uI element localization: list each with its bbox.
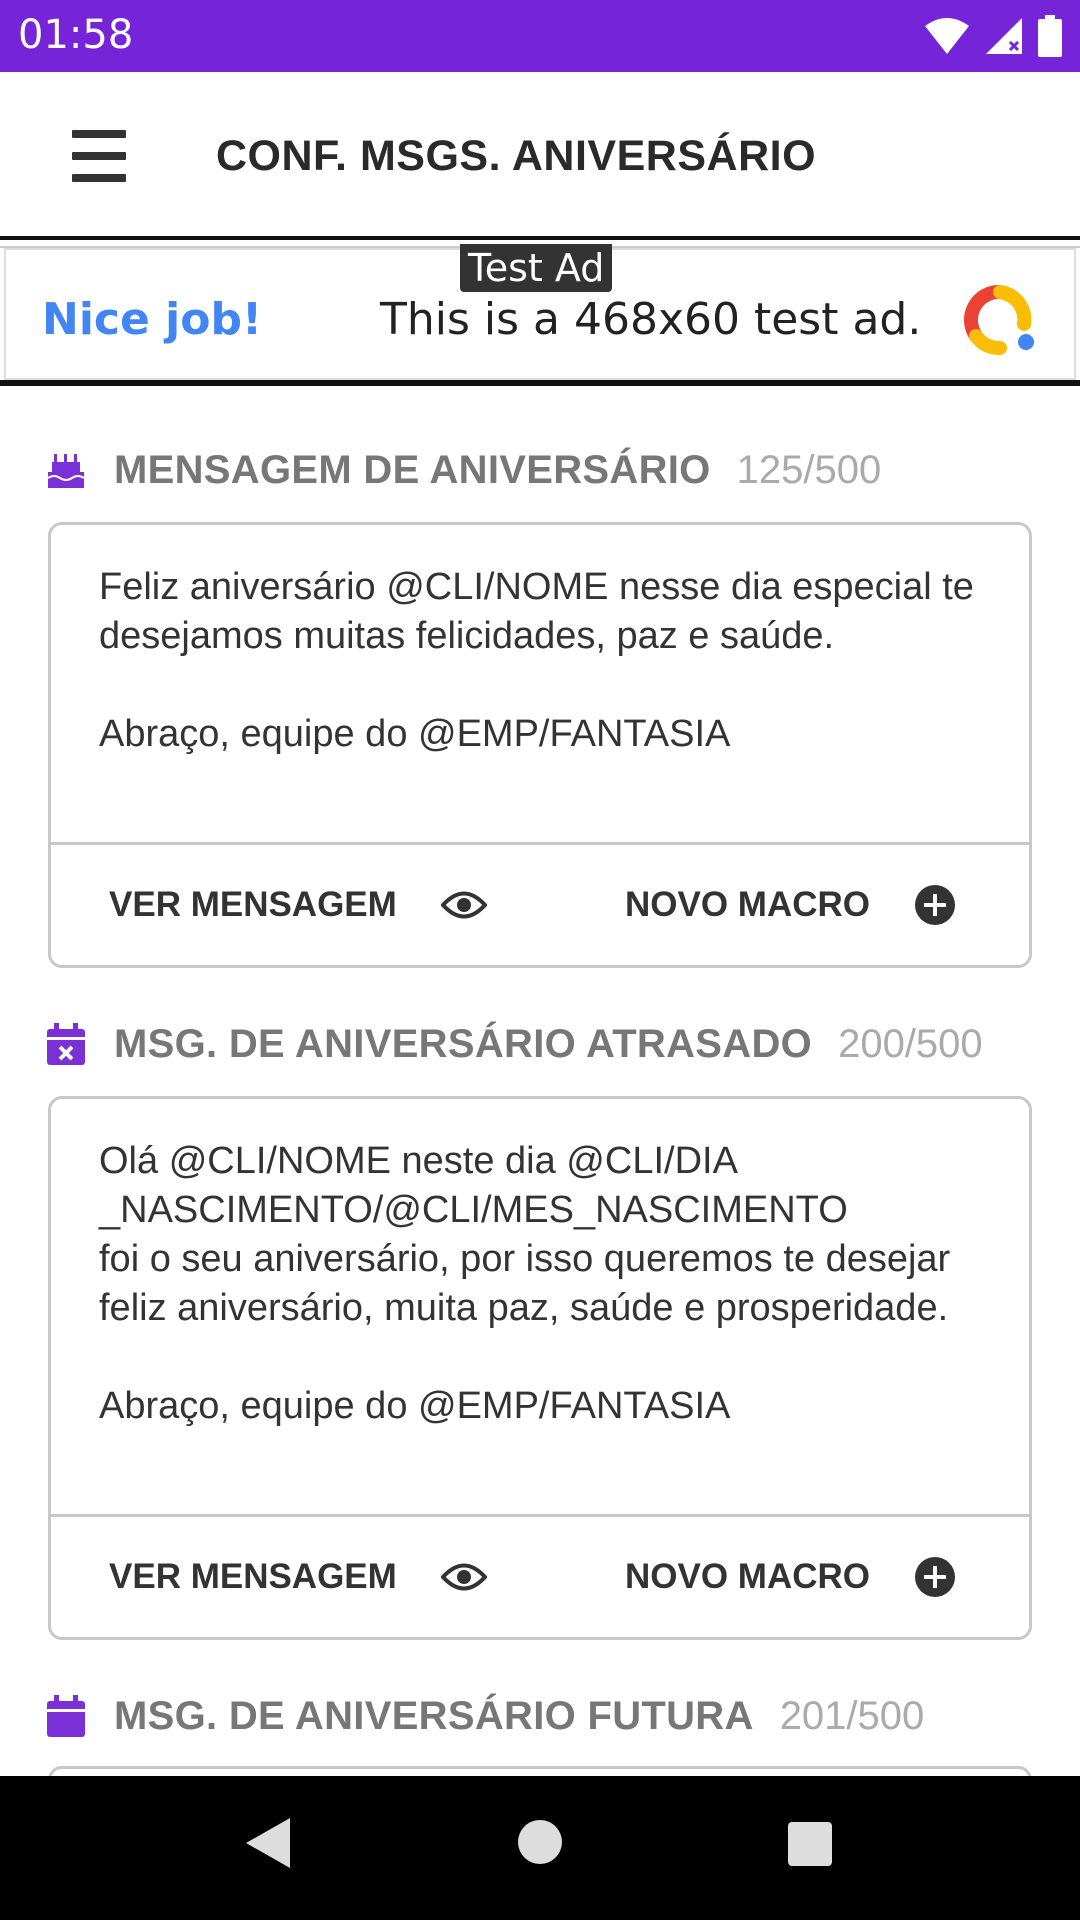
char-count: 201/500 xyxy=(779,1693,925,1738)
view-message-button[interactable]: VER MENSAGEM xyxy=(109,845,487,965)
page-title: CONF. MSGS. ANIVERSÁRIO xyxy=(216,132,817,180)
ad-banner[interactable]: Test Ad Nice job! This is a 468x60 test … xyxy=(0,244,1080,386)
status-bar: 01:58 xyxy=(0,0,1080,72)
message-card: Olá @CLI/NOME neste dia @CLI/DIA _NASCIM… xyxy=(48,1096,1032,1640)
section-title: MENSAGEM DE ANIVERSÁRIO xyxy=(114,447,711,492)
back-icon[interactable] xyxy=(244,1816,292,1870)
view-message-label: VER MENSAGEM xyxy=(109,1557,397,1596)
new-macro-button[interactable]: NOVO MACRO xyxy=(625,845,956,965)
section-title: MSG. DE ANIVERSÁRIO FUTURA xyxy=(114,1693,754,1738)
system-nav-bar xyxy=(0,1776,1080,1920)
app-bar: CONF. MSGS. ANIVERSÁRIO xyxy=(0,72,1080,240)
section-title: MSG. DE ANIVERSÁRIO ATRASADO xyxy=(114,1021,813,1066)
status-icons xyxy=(924,12,1062,60)
view-message-label: VER MENSAGEM xyxy=(109,885,397,924)
battery-icon xyxy=(1038,15,1062,57)
home-icon[interactable] xyxy=(516,1818,564,1866)
cellular-signal-icon xyxy=(986,18,1022,54)
message-card: Feliz aniversário @CLI/NOME nesse dia es… xyxy=(48,522,1032,968)
char-count: 200/500 xyxy=(838,1021,983,1066)
new-macro-button[interactable]: NOVO MACRO xyxy=(625,1517,956,1637)
section-header-birthday: MENSAGEM DE ANIVERSÁRIO 125/500 xyxy=(46,440,881,500)
section-header-future: MSG. DE ANIVERSÁRIO FUTURA 201/500 xyxy=(46,1686,924,1746)
ad-headline: Nice job! xyxy=(42,294,263,345)
section-header-late: MSG. DE ANIVERSÁRIO ATRASADO 200/500 xyxy=(46,1014,983,1074)
status-time: 01:58 xyxy=(18,12,134,58)
add-circle-icon xyxy=(914,884,956,926)
message-textarea[interactable]: Feliz aniversário @CLI/NOME nesse dia es… xyxy=(51,525,1029,845)
add-circle-icon xyxy=(914,1556,956,1598)
content-area[interactable]: MENSAGEM DE ANIVERSÁRIO 125/500 Feliz an… xyxy=(0,390,1080,1776)
menu-icon[interactable] xyxy=(72,130,142,182)
birthday-cake-icon xyxy=(46,448,86,492)
message-textarea[interactable]: Olá @CLI/NOME neste dia @CLI/DIA _NASCIM… xyxy=(51,1099,1029,1517)
ad-label: Test Ad xyxy=(460,244,613,292)
view-message-button[interactable]: VER MENSAGEM xyxy=(109,1517,487,1637)
new-macro-label: NOVO MACRO xyxy=(625,1557,870,1596)
card-actions: VER MENSAGEM NOVO MACRO xyxy=(51,845,1029,965)
card-actions: VER MENSAGEM NOVO MACRO xyxy=(51,1517,1029,1637)
ad-logo-icon xyxy=(964,285,1034,355)
new-macro-label: NOVO MACRO xyxy=(625,885,870,924)
wifi-icon xyxy=(925,18,969,54)
recents-icon[interactable] xyxy=(786,1820,834,1868)
calendar-icon xyxy=(46,1694,86,1738)
eye-icon xyxy=(440,890,487,920)
eye-icon xyxy=(440,1562,487,1592)
char-count: 125/500 xyxy=(736,447,882,492)
calendar-x-icon xyxy=(46,1022,86,1066)
message-card xyxy=(48,1766,1032,1776)
ad-text: This is a 468x60 test ad. xyxy=(380,294,922,345)
